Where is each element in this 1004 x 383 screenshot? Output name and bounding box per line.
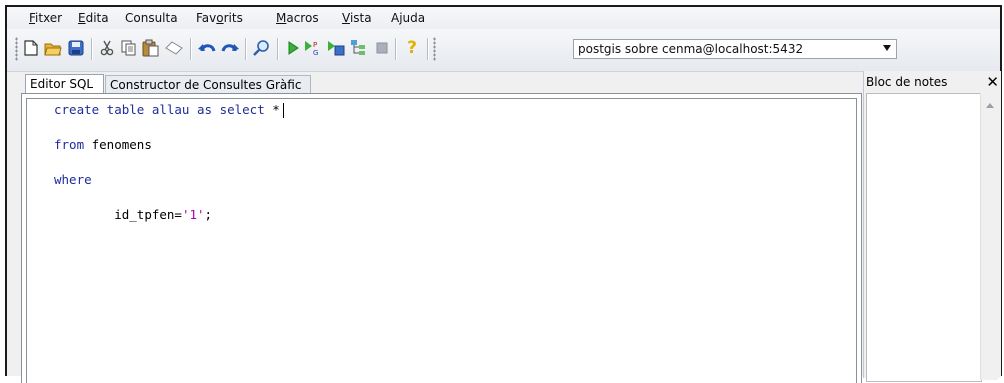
close-icon[interactable]: ✕ xyxy=(986,73,999,91)
connection-select-value: postgis sobre cenma@localhost:5432 xyxy=(578,42,804,56)
editor-tabs: Editor SQL Constructor de Consultes Gràf… xyxy=(7,71,862,95)
tab-constructor-consultes[interactable]: Constructor de Consultes Gràfic xyxy=(105,75,311,95)
chevron-down-icon[interactable] xyxy=(883,45,891,51)
explain-query-icon[interactable] xyxy=(350,39,368,57)
explain-icon[interactable]: PG xyxy=(304,39,322,57)
toolbar-grip[interactable] xyxy=(15,37,18,61)
menu-fitxer[interactable]: Fitxer xyxy=(29,11,62,25)
tab-editor-sql[interactable]: Editor SQL xyxy=(25,74,104,95)
menu-bar: Fitxer Edita Consulta Favorits Macros Vi… xyxy=(7,7,1000,29)
toolbar-separator xyxy=(91,38,93,60)
toolbar-separator xyxy=(277,38,279,60)
svg-text:P: P xyxy=(313,41,317,49)
redo-icon[interactable] xyxy=(221,39,239,57)
sql-editor-panel: create table allau as select * from feno… xyxy=(21,93,862,383)
svg-text:G: G xyxy=(313,49,318,57)
run-icon[interactable] xyxy=(284,39,302,57)
menu-favorits[interactable]: Favorits xyxy=(196,11,243,25)
scroll-up-icon[interactable] xyxy=(986,103,994,108)
toolbar-separator xyxy=(245,38,247,60)
notes-scrollbar[interactable] xyxy=(980,93,998,380)
toolbar-grip[interactable] xyxy=(433,37,436,61)
help-icon[interactable]: ? xyxy=(403,39,421,57)
toolbar: PG ? postgis sobre cenma@localhost:5432 xyxy=(7,29,1000,72)
open-folder-icon[interactable] xyxy=(44,39,62,57)
menu-macros[interactable]: Macros xyxy=(276,11,319,25)
cut-icon[interactable] xyxy=(98,39,116,57)
menu-edita[interactable]: Edita xyxy=(78,11,109,25)
menu-consulta[interactable]: Consulta xyxy=(125,11,178,25)
save-icon[interactable] xyxy=(67,39,85,57)
find-icon[interactable] xyxy=(253,39,271,57)
menu-vista[interactable]: Vista xyxy=(342,11,372,25)
notes-textarea[interactable] xyxy=(866,93,982,382)
query-tool-window: Fitxer Edita Consulta Favorits Macros Vi… xyxy=(5,5,1002,383)
code-line: id_tpfen='1'; xyxy=(114,207,213,222)
new-file-icon[interactable] xyxy=(22,39,40,57)
toolbar-separator xyxy=(427,38,429,60)
stop-icon[interactable] xyxy=(373,39,391,57)
code-line: where xyxy=(54,172,92,187)
sql-editor[interactable]: create table allau as select * from feno… xyxy=(26,98,857,383)
menu-ajuda[interactable]: Ajuda xyxy=(391,11,425,25)
text-caret xyxy=(282,103,284,118)
copy-icon[interactable] xyxy=(120,39,138,57)
notes-pane: Bloc de notes ✕ xyxy=(863,71,1001,382)
paste-icon[interactable] xyxy=(142,39,160,57)
execute-pgscript-icon[interactable] xyxy=(327,39,345,57)
toolbar-separator xyxy=(395,38,397,60)
undo-icon[interactable] xyxy=(198,39,216,57)
code-line: from fenomens xyxy=(54,137,152,152)
eraser-icon[interactable] xyxy=(165,39,183,57)
toolbar-separator xyxy=(190,38,192,60)
connection-select[interactable]: postgis sobre cenma@localhost:5432 xyxy=(573,39,897,59)
notes-title: Bloc de notes xyxy=(866,75,948,89)
code-line: create table allau as select * xyxy=(54,102,284,118)
